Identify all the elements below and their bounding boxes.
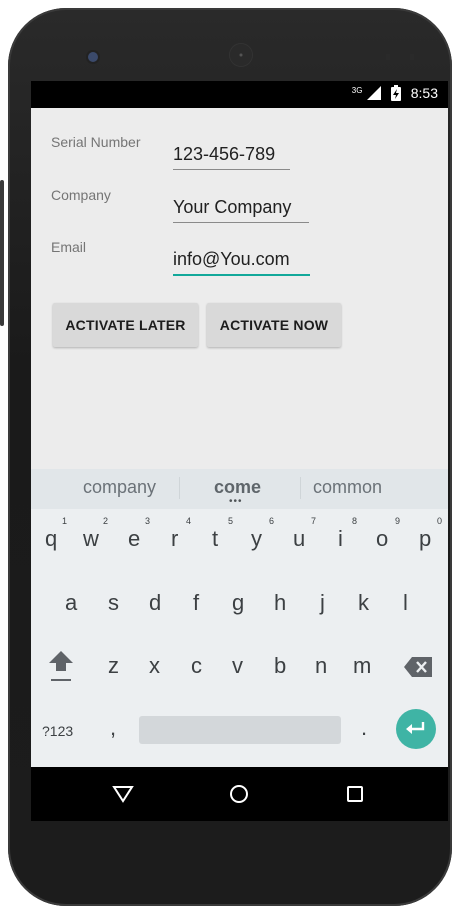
key-u[interactable]: u xyxy=(293,526,305,552)
serial-number-field[interactable]: 123-456-789 xyxy=(173,144,275,165)
suggestion-left[interactable]: company xyxy=(83,477,156,498)
key-hint: 8 xyxy=(352,516,358,526)
front-camera xyxy=(88,52,98,62)
keyboard: 1 2 3 4 5 6 7 8 9 0 q w e r t y u i o p … xyxy=(31,509,448,767)
key-a[interactable]: a xyxy=(65,590,77,616)
company-field[interactable]: Your Company xyxy=(173,197,291,218)
suggestion-divider xyxy=(179,477,180,499)
key-t[interactable]: t xyxy=(212,526,218,552)
key-r[interactable]: r xyxy=(171,526,178,552)
serial-number-underline xyxy=(173,169,290,170)
key-p[interactable]: p xyxy=(419,526,431,552)
network-type: 3G xyxy=(351,86,363,95)
earpiece-speaker xyxy=(230,44,252,66)
key-j[interactable]: j xyxy=(320,590,325,616)
serial-number-label: Serial Number xyxy=(51,134,141,150)
key-o[interactable]: o xyxy=(376,526,388,552)
proximity-sensor xyxy=(386,54,414,60)
clock: 8:53 xyxy=(410,85,438,101)
period-key[interactable]: . xyxy=(361,715,367,741)
suggestion-right[interactable]: common xyxy=(313,477,382,498)
key-c[interactable]: c xyxy=(191,653,202,679)
key-hint: 0 xyxy=(437,516,443,526)
recents-icon[interactable] xyxy=(341,780,369,808)
company-underline xyxy=(173,222,309,223)
key-n[interactable]: n xyxy=(315,653,327,679)
enter-key[interactable] xyxy=(396,709,436,749)
key-hint: 7 xyxy=(311,516,317,526)
back-icon[interactable] xyxy=(109,780,137,808)
key-hint: 3 xyxy=(145,516,151,526)
company-label: Company xyxy=(51,187,111,203)
suggestion-divider xyxy=(300,477,301,499)
battery-icon xyxy=(390,85,401,101)
suggestion-center[interactable]: come xyxy=(214,477,261,498)
symbols-key[interactable]: ?123 xyxy=(42,723,73,739)
key-q[interactable]: q xyxy=(45,526,57,552)
key-hint: 9 xyxy=(395,516,401,526)
key-y[interactable]: y xyxy=(251,526,262,552)
enter-icon xyxy=(406,722,425,734)
key-hint: 4 xyxy=(186,516,192,526)
more-suggestions-icon[interactable]: ••• xyxy=(229,497,243,507)
key-g[interactable]: g xyxy=(232,590,244,616)
suggestion-strip: company come ••• common xyxy=(31,469,448,509)
key-hint: 5 xyxy=(228,516,234,526)
screen: 3G 8:53 Serial Number 123-456-789 Compan… xyxy=(31,81,448,821)
key-s[interactable]: s xyxy=(108,590,119,616)
key-k[interactable]: k xyxy=(358,590,369,616)
comma-key[interactable]: , xyxy=(110,715,116,741)
key-hint: 6 xyxy=(269,516,275,526)
home-icon[interactable] xyxy=(225,780,253,808)
email-underline xyxy=(173,274,310,276)
key-l[interactable]: l xyxy=(403,590,408,616)
key-b[interactable]: b xyxy=(274,653,286,679)
space-bar[interactable] xyxy=(139,716,341,744)
key-i[interactable]: i xyxy=(338,526,343,552)
key-w[interactable]: w xyxy=(83,526,99,552)
key-e[interactable]: e xyxy=(128,526,140,552)
activate-later-button[interactable]: ACTIVATE LATER xyxy=(53,303,198,347)
key-hint: 1 xyxy=(62,516,68,526)
key-f[interactable]: f xyxy=(193,590,199,616)
shift-icon[interactable] xyxy=(49,651,73,683)
navigation-bar xyxy=(31,767,448,821)
activate-now-button[interactable]: ACTIVATE NOW xyxy=(207,303,341,347)
key-h[interactable]: h xyxy=(274,590,286,616)
email-label: Email xyxy=(51,239,87,255)
volume-button xyxy=(0,180,4,240)
key-x[interactable]: x xyxy=(149,653,160,679)
email-field[interactable]: info@You.com xyxy=(173,249,290,270)
key-v[interactable]: v xyxy=(232,653,243,679)
backspace-icon[interactable] xyxy=(404,657,432,677)
key-hint: 2 xyxy=(103,516,109,526)
key-z[interactable]: z xyxy=(108,653,119,679)
key-m[interactable]: m xyxy=(353,653,371,679)
status-bar: 3G 8:53 xyxy=(31,81,448,108)
power-button xyxy=(0,236,4,326)
key-d[interactable]: d xyxy=(149,590,161,616)
signal-icon: 3G xyxy=(352,86,381,100)
